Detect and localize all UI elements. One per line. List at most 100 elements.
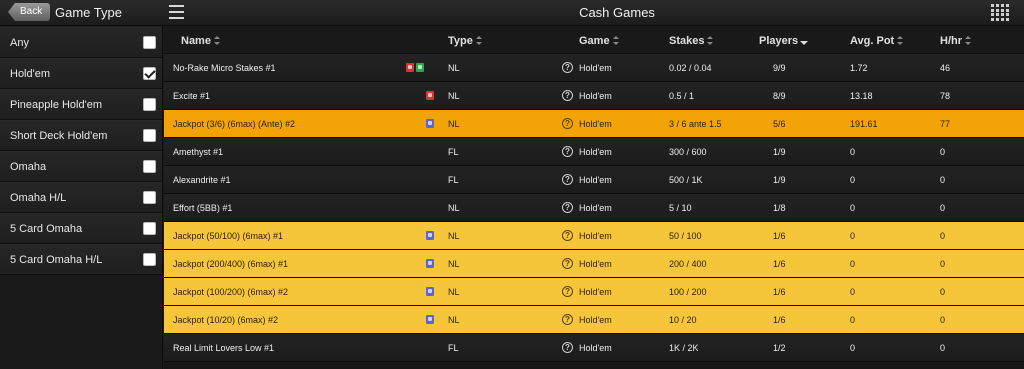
cell-name: Jackpot (3/6) (6max) (Ante) #2	[173, 119, 296, 129]
game-info-icon[interactable]: ?	[562, 202, 573, 213]
table-row[interactable]: Real Limit Lovers Low #1 FL Hold'em 1K / 2K…	[164, 334, 1024, 362]
cell-hhr: 0	[940, 287, 946, 297]
table-row[interactable]: Jackpot (10/20) (6max) #2 NL Hold'em 10 / 2…	[164, 306, 1024, 334]
poker-lobby: Back Game Type Cash Games Any Hold'em Pine…	[0, 0, 1024, 369]
cell-name: Jackpot (10/20) (6max) #2	[173, 315, 279, 325]
filter-checkbox[interactable]	[143, 191, 156, 204]
cell-name: Jackpot (200/400) (6max) #1	[173, 259, 289, 269]
filter-label: Pineapple Hold'em	[10, 99, 102, 111]
sort-icon	[965, 36, 971, 45]
filter-checkbox[interactable]	[143, 67, 156, 80]
filter-item[interactable]: 5 Card Omaha H/L	[0, 244, 162, 275]
cell-type: NL	[448, 203, 460, 213]
cell-name: Amethyst #1	[173, 147, 224, 157]
filter-item[interactable]: Hold'em	[0, 58, 162, 89]
cell-type: NL	[448, 119, 460, 129]
table-row[interactable]: Jackpot (100/200) (6max) #2 NL Hold'em 100 …	[164, 278, 1024, 306]
column-header-players[interactable]: Players	[759, 35, 809, 47]
cell-avgpot: 191.61	[850, 119, 878, 129]
sort-icon	[707, 36, 714, 45]
cell-avgpot: 13.18	[850, 91, 873, 101]
game-info-icon[interactable]: ?	[562, 342, 573, 353]
table-row[interactable]: Amethyst #1 FL Hold'em 300 / 600 1/9 0 0?	[164, 138, 1024, 166]
column-header-game[interactable]: Game	[579, 35, 619, 47]
cell-players: 1/6	[773, 231, 786, 241]
column-header-stakes[interactable]: Stakes	[669, 35, 714, 47]
filter-item[interactable]: 5 Card Omaha	[0, 213, 162, 244]
filter-label: Omaha	[10, 161, 47, 173]
table-view-icon[interactable]	[991, 4, 1009, 21]
game-info-icon[interactable]: ?	[562, 314, 573, 325]
table-row[interactable]: No-Rake Micro Stakes #1 NL Hold'em 0.02 / 0…	[164, 54, 1024, 82]
game-info-icon[interactable]: ?	[562, 174, 573, 185]
table-body: No-Rake Micro Stakes #1 NL Hold'em 0.02 / 0…	[164, 54, 1024, 362]
cell-players: 1/9	[773, 147, 786, 157]
table-feature-blue-icon	[426, 231, 434, 240]
cell-type: NL	[448, 315, 460, 325]
cell-stakes: 5 / 10	[669, 203, 692, 213]
filter-label: 5 Card Omaha	[10, 223, 83, 235]
cell-name: Excite #1	[173, 91, 211, 101]
filter-item[interactable]: Omaha	[0, 151, 162, 182]
cell-avgpot: 1.72	[850, 63, 868, 73]
cell-name: No-Rake Micro Stakes #1	[173, 63, 276, 73]
filter-checkbox[interactable]	[143, 36, 156, 49]
table-row[interactable]: Jackpot (200/400) (6max) #1 NL Hold'em 200 …	[164, 250, 1024, 278]
page-title: Cash Games	[579, 5, 655, 20]
cell-stakes: 200 / 400	[669, 259, 707, 269]
game-info-icon[interactable]: ?	[562, 230, 573, 241]
cell-avgpot: 0	[850, 147, 856, 157]
cell-game: Hold'em	[579, 147, 612, 157]
game-info-icon[interactable]: ?	[562, 286, 573, 297]
cell-type: NL	[448, 63, 460, 73]
filter-item[interactable]: Any	[0, 27, 162, 58]
table-row[interactable]: Excite #1 NL Hold'em 0.5 / 1 8/9 13.18 78?	[164, 82, 1024, 110]
table-row[interactable]: Alexandrite #1 FL Hold'em 500 / 1K 1/9 0 0?	[164, 166, 1024, 194]
cell-avgpot: 0	[850, 175, 856, 185]
column-header-name[interactable]: Name	[181, 35, 220, 47]
game-info-icon[interactable]: ?	[562, 146, 573, 157]
filter-checkbox[interactable]	[143, 160, 156, 173]
table-row[interactable]: Jackpot (50/100) (6max) #1 NL Hold'em 50 / …	[164, 222, 1024, 250]
filter-item[interactable]: Omaha H/L	[0, 182, 162, 213]
filter-checkbox[interactable]	[143, 253, 156, 266]
game-info-icon[interactable]: ?	[562, 90, 573, 101]
filter-checkbox[interactable]	[143, 222, 156, 235]
back-button[interactable]: Back	[8, 3, 51, 21]
filter-checkbox[interactable]	[143, 98, 156, 111]
filter-item[interactable]: Pineapple Hold'em	[0, 89, 162, 120]
column-header-avg-pot[interactable]: Avg. Pot	[850, 35, 904, 47]
column-header-hands-per-hour[interactable]: H/hr	[940, 35, 971, 47]
cell-hhr: 0	[940, 175, 946, 185]
cell-type: FL	[448, 343, 459, 353]
filter-item[interactable]: Short Deck Hold'em	[0, 120, 162, 151]
column-header-type[interactable]: Type	[448, 35, 482, 47]
game-info-icon[interactable]: ?	[562, 62, 573, 73]
cell-stakes: 1K / 2K	[669, 343, 699, 353]
table-feature-blue-icon	[426, 119, 434, 128]
table-feature-green-icon	[416, 63, 424, 72]
filter-label: Omaha H/L	[10, 192, 67, 204]
cell-type: FL	[448, 175, 459, 185]
cell-game: Hold'em	[579, 315, 612, 325]
filter-checkbox[interactable]	[143, 129, 156, 142]
cell-game: Hold'em	[579, 343, 612, 353]
cell-avgpot: 0	[850, 343, 856, 353]
cell-players: 1/8	[773, 203, 786, 213]
game-info-icon[interactable]: ?	[562, 118, 573, 129]
sort-icon	[897, 36, 904, 45]
hamburger-menu-icon[interactable]	[169, 5, 184, 19]
game-info-icon[interactable]: ?	[562, 258, 573, 269]
cell-players: 8/9	[773, 91, 786, 101]
cell-stakes: 50 / 100	[669, 231, 702, 241]
cell-type: NL	[448, 259, 460, 269]
sort-icon	[612, 36, 619, 45]
game-type-filter-list: Any Hold'em Pineapple Hold'em Short Deck Ho…	[0, 27, 163, 369]
cell-players: 1/2	[773, 343, 786, 353]
table-row[interactable]: Jackpot (3/6) (6max) (Ante) #2 NL Hold'em 3…	[164, 110, 1024, 138]
cell-stakes: 0.02 / 0.04	[669, 63, 712, 73]
cell-game: Hold'em	[579, 231, 612, 241]
cell-avgpot: 0	[850, 203, 856, 213]
table-row[interactable]: Effort (5BB) #1 NL Hold'em 5 / 10 1/8 0 0?	[164, 194, 1024, 222]
cell-stakes: 10 / 20	[669, 315, 697, 325]
